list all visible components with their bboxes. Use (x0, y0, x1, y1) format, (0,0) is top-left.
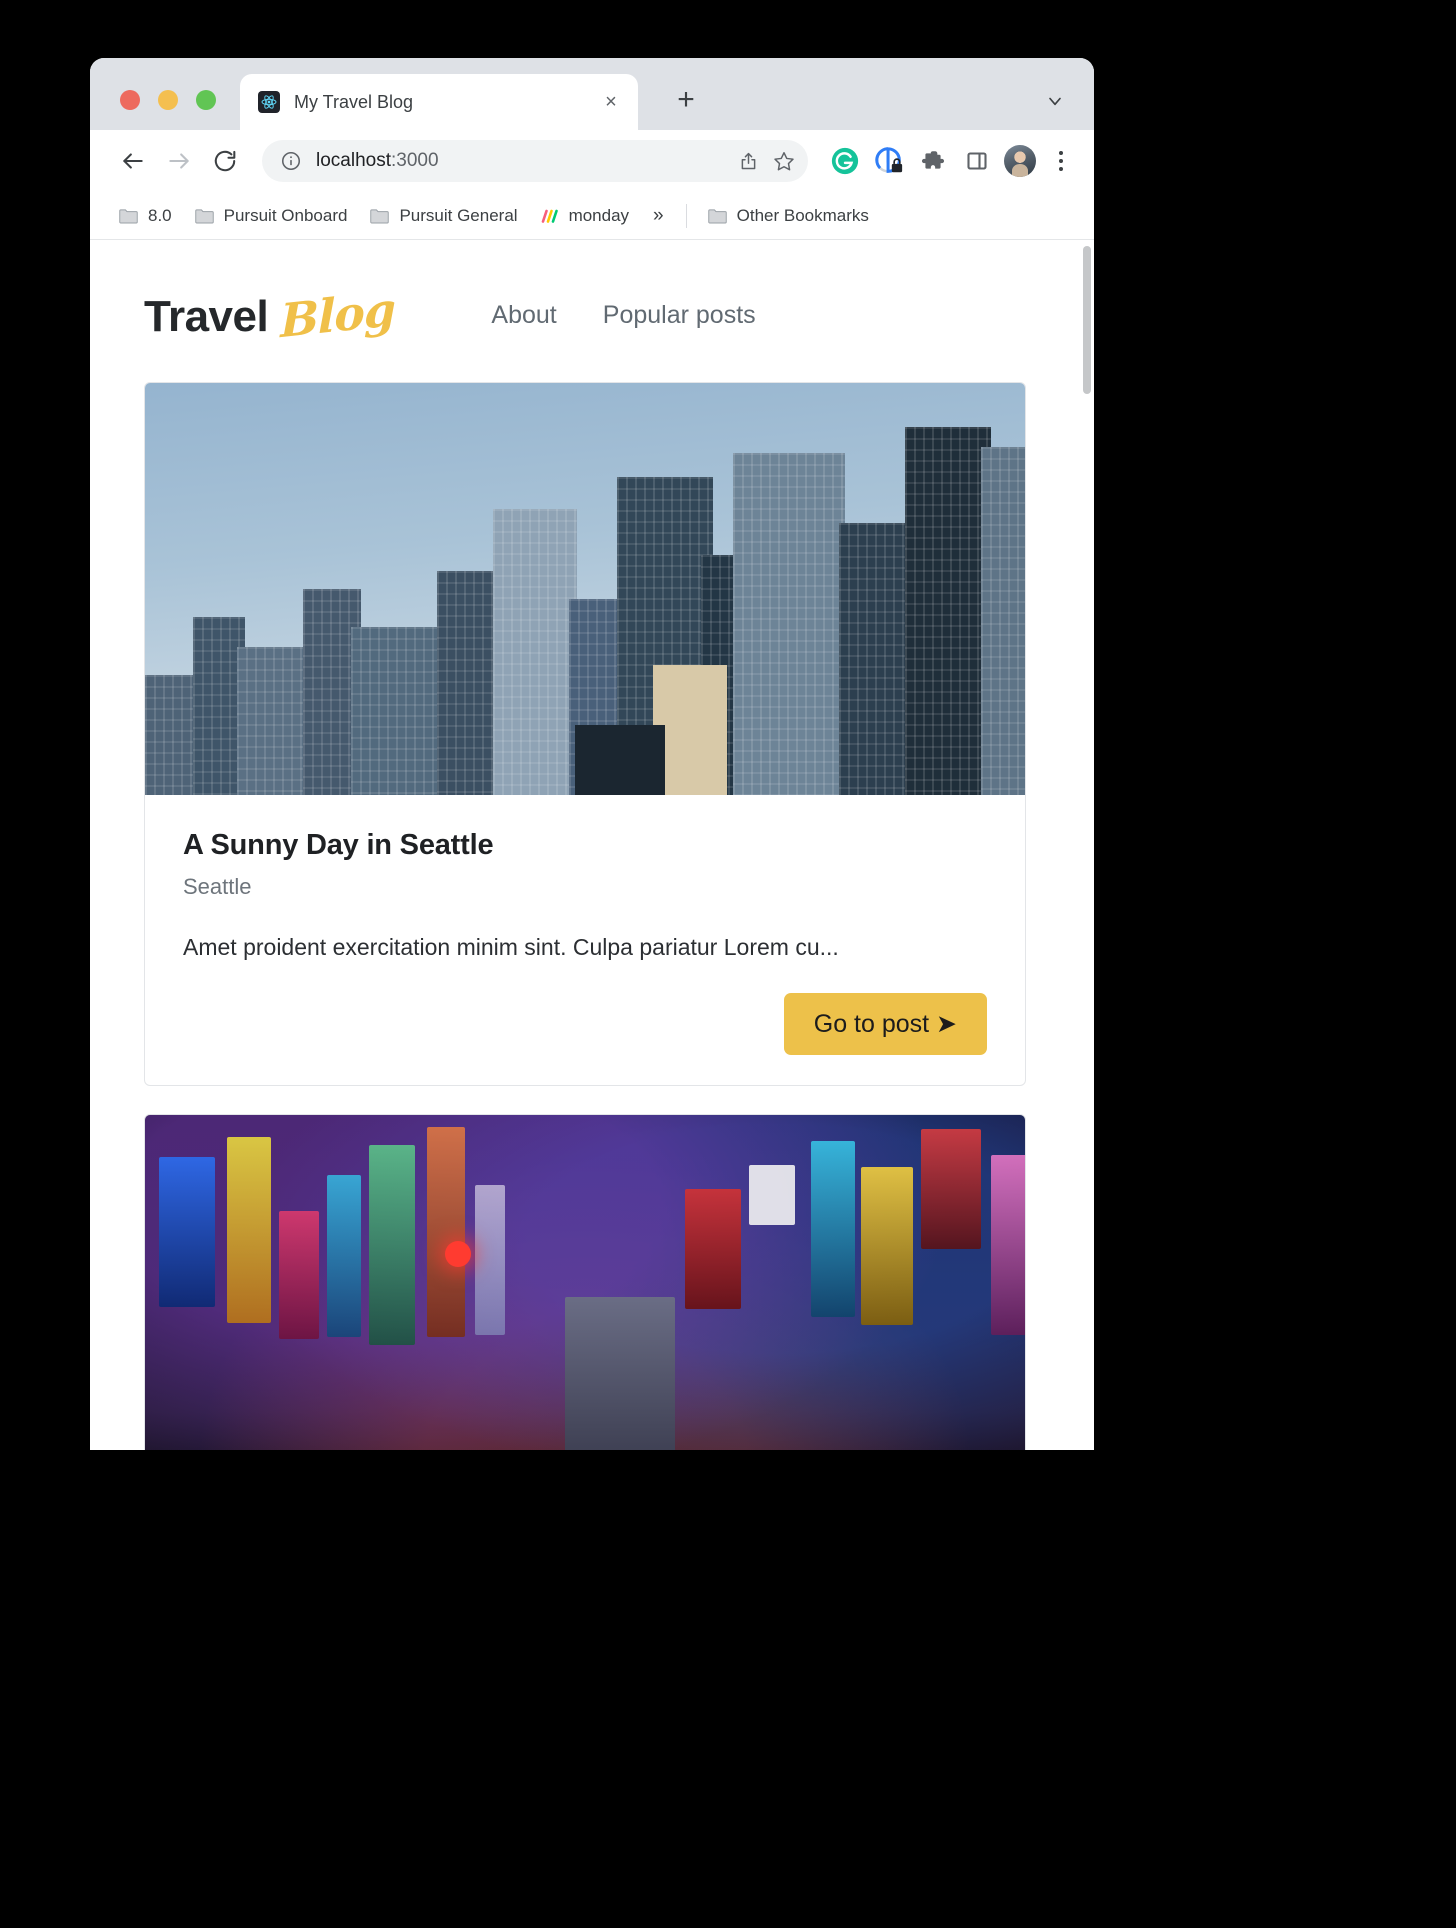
logo-script-text: Blog (280, 281, 396, 349)
bookmark-item-pursuit-onboard[interactable]: Pursuit Onboard (184, 201, 358, 231)
post-card[interactable] (144, 1114, 1026, 1450)
window-traffic-lights (120, 90, 216, 110)
scrollbar-thumb[interactable] (1083, 246, 1091, 394)
tab-strip: My Travel Blog × + (90, 58, 1094, 130)
extensions-puzzle-icon[interactable] (914, 142, 952, 180)
new-tab-button[interactable]: + (670, 83, 702, 116)
monday-icon (540, 208, 560, 224)
close-window-button[interactable] (120, 90, 140, 110)
nav-link-popular-posts[interactable]: Popular posts (603, 301, 756, 330)
maximize-window-button[interactable] (196, 90, 216, 110)
post-card[interactable]: A Sunny Day in Seattle Seattle Amet proi… (144, 382, 1026, 1086)
post-location: Seattle (183, 874, 252, 899)
post-image-seattle (145, 383, 1025, 795)
address-bar[interactable]: localhost:3000 (262, 140, 808, 182)
site-nav: About Popular posts (491, 301, 755, 330)
post-actions: Go to post ➤ (183, 993, 987, 1055)
url-port: :3000 (391, 150, 439, 171)
bookmark-item-other-bookmarks[interactable]: Other Bookmarks (697, 201, 879, 231)
info-circle-icon[interactable] (280, 150, 302, 172)
post-excerpt: Amet proident exercitation minim sint. C… (183, 934, 839, 960)
page-viewport: Travel Blog About Popular posts A Sunny … (90, 240, 1094, 1450)
bookmarks-overflow-button[interactable]: » (641, 201, 676, 231)
bookmarks-divider (685, 203, 687, 228)
browser-window: My Travel Blog × + localhost:3000 8.0 Pu… (90, 58, 1094, 1450)
tab-title: My Travel Blog (294, 91, 414, 112)
post-image-tokyo (145, 1115, 1025, 1450)
reload-button[interactable] (204, 140, 246, 182)
bookmark-label: Pursuit Onboard (223, 205, 348, 225)
bookmark-item-8-0[interactable]: 8.0 (108, 201, 182, 231)
blog-page: Travel Blog About Popular posts A Sunny … (90, 240, 1080, 1450)
browser-toolbar: localhost:3000 (90, 130, 1094, 192)
url-host: localhost (316, 150, 391, 171)
close-tab-icon[interactable]: × (598, 89, 624, 115)
profile-avatar[interactable] (1004, 145, 1036, 177)
bookmarks-bar: 8.0 Pursuit Onboard Pursuit General mond… (90, 192, 1094, 240)
privacy-badger-extension-icon[interactable] (870, 142, 908, 180)
bookmark-label: Other Bookmarks (736, 205, 869, 225)
grammarly-extension-icon[interactable] (826, 142, 864, 180)
browser-tab[interactable]: My Travel Blog × (240, 74, 638, 130)
url-text: localhost:3000 (316, 150, 730, 172)
react-logo-icon (258, 91, 280, 113)
bookmark-label: 8.0 (148, 205, 172, 225)
share-icon[interactable] (730, 143, 766, 179)
post-body: A Sunny Day in Seattle Seattle Amet proi… (145, 795, 1025, 1085)
site-logo[interactable]: Travel Blog (144, 282, 395, 348)
minimize-window-button[interactable] (158, 90, 178, 110)
site-header: Travel Blog About Popular posts (90, 240, 1080, 382)
star-icon[interactable] (766, 143, 802, 179)
nav-link-about[interactable]: About (491, 301, 556, 330)
go-to-post-button[interactable]: Go to post ➤ (783, 993, 987, 1055)
folder-icon (194, 207, 215, 225)
logo-primary-text: Travel (144, 292, 269, 341)
bookmark-item-pursuit-general[interactable]: Pursuit General (359, 201, 527, 231)
bookmark-item-monday[interactable]: monday (530, 201, 639, 231)
side-panel-icon[interactable] (958, 142, 996, 180)
bookmark-label: Pursuit General (399, 205, 518, 225)
tab-search-chevron-down-icon[interactable] (1038, 84, 1072, 118)
browser-menu-button[interactable] (1044, 142, 1078, 180)
post-list: A Sunny Day in Seattle Seattle Amet proi… (90, 382, 1080, 1450)
post-title: A Sunny Day in Seattle (183, 829, 494, 861)
folder-icon (707, 207, 728, 225)
folder-icon (118, 207, 139, 225)
page-scrollbar[interactable] (1080, 240, 1094, 1450)
bookmark-label: monday (568, 205, 630, 225)
back-button[interactable] (112, 140, 154, 182)
folder-icon (369, 207, 390, 225)
forward-button[interactable] (158, 140, 200, 182)
